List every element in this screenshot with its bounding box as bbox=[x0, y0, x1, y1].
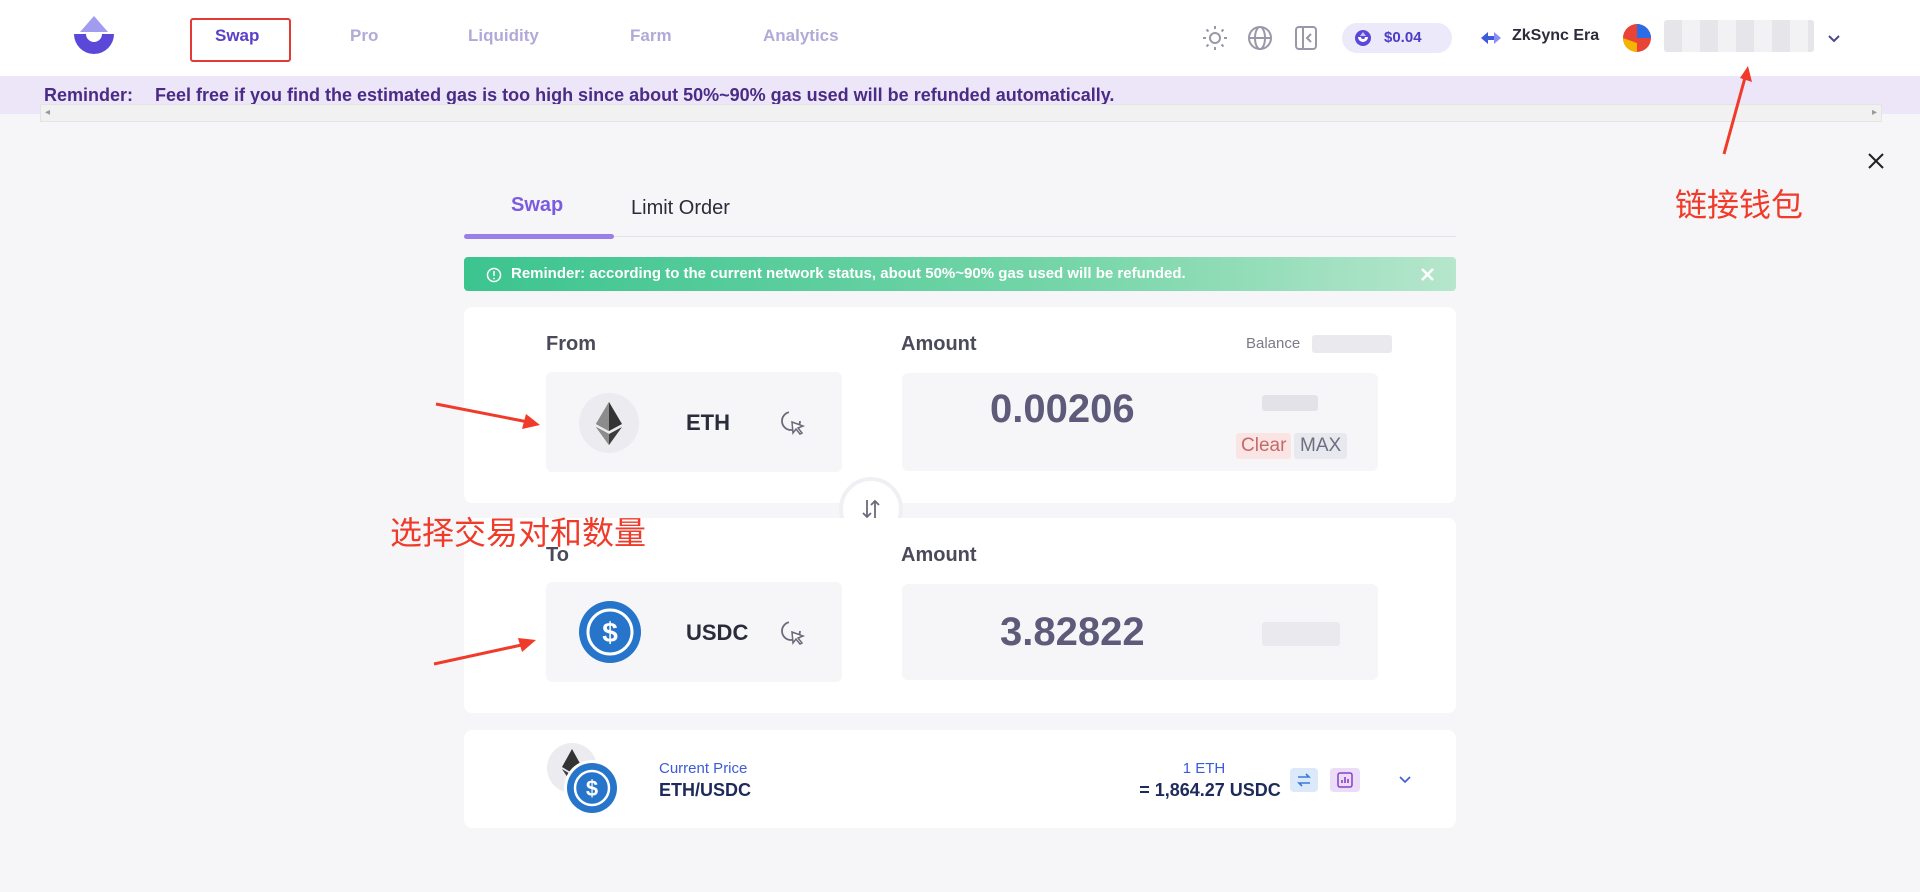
svg-text:$: $ bbox=[602, 617, 618, 648]
wallet-address-redacted[interactable] bbox=[1664, 20, 1814, 52]
invert-arrows-icon bbox=[1297, 773, 1311, 787]
top-nav: Swap Pro Liquidity Farm Analytics $0.04 bbox=[0, 0, 1920, 76]
token-price: $0.04 bbox=[1384, 29, 1422, 46]
svg-text:$: $ bbox=[586, 776, 598, 801]
balance-label: Balance bbox=[1246, 335, 1301, 352]
from-label: From bbox=[546, 333, 596, 355]
logo-icon[interactable] bbox=[70, 14, 118, 62]
tab-active-indicator bbox=[464, 234, 614, 239]
price-card: $ Current Price ETH/USDC 1 ETH = 1,864.2… bbox=[464, 730, 1456, 828]
usdc-token-icon: $ bbox=[579, 601, 641, 663]
cursor-select-icon bbox=[781, 411, 806, 436]
nav-swap[interactable]: Swap bbox=[215, 26, 259, 46]
from-amount-field[interactable]: 0.00206 Clear MAX bbox=[902, 373, 1378, 471]
to-usd-value-redacted bbox=[1262, 622, 1340, 646]
to-token-symbol: USDC bbox=[686, 620, 749, 645]
info-icon bbox=[486, 267, 502, 283]
from-card: From Amount Balance ETH 0.00206 Clear MA… bbox=[464, 307, 1456, 503]
scroll-left-icon[interactable]: ◂ bbox=[45, 107, 50, 118]
syncswap-token-icon bbox=[1355, 30, 1371, 46]
tab-swap[interactable]: Swap bbox=[511, 194, 563, 217]
token-price-pill[interactable]: $0.04 bbox=[1342, 23, 1452, 53]
chart-icon bbox=[1337, 772, 1353, 788]
from-amount-label: Amount bbox=[901, 333, 977, 355]
to-amount-field: 3.82822 bbox=[902, 584, 1378, 680]
scroll-right-icon[interactable]: ▸ bbox=[1872, 107, 1877, 118]
expand-chevron-icon[interactable] bbox=[1398, 772, 1412, 786]
invert-price-button[interactable] bbox=[1290, 768, 1318, 792]
annotation-arrow-from bbox=[435, 402, 540, 429]
rate-base: 1 ETH bbox=[1182, 760, 1226, 777]
annotation-select-pair: 选择交易对和数量 bbox=[390, 515, 647, 551]
chart-button[interactable] bbox=[1330, 768, 1360, 792]
alert-text: Reminder: according to the current netwo… bbox=[511, 265, 1186, 282]
nav-pro[interactable]: Pro bbox=[350, 26, 378, 46]
current-price-label: Current Price bbox=[659, 760, 748, 777]
alert-close-icon[interactable] bbox=[1420, 267, 1435, 282]
from-amount-value[interactable]: 0.00206 bbox=[990, 387, 1135, 432]
close-icon[interactable] bbox=[1866, 151, 1886, 171]
to-token-selector[interactable]: $ USDC bbox=[546, 582, 842, 682]
to-amount-value: 3.82822 bbox=[1000, 610, 1145, 654]
cursor-select-icon bbox=[781, 621, 806, 646]
network-name[interactable]: ZkSync Era bbox=[1512, 27, 1599, 45]
panel-toggle-icon[interactable] bbox=[1292, 24, 1320, 52]
zksync-icon bbox=[1481, 32, 1501, 44]
sun-icon[interactable] bbox=[1201, 24, 1229, 52]
from-usd-value-redacted bbox=[1262, 395, 1318, 411]
horizontal-scrollbar[interactable]: ◂ ▸ bbox=[40, 104, 1882, 122]
nav-liquidity[interactable]: Liquidity bbox=[468, 26, 539, 46]
annotation-arrow-to bbox=[433, 638, 536, 666]
reminder-label: Reminder: bbox=[44, 85, 134, 105]
clear-button[interactable]: Clear bbox=[1236, 433, 1292, 459]
chevron-down-icon[interactable] bbox=[1826, 30, 1842, 46]
from-token-symbol: ETH bbox=[686, 410, 730, 435]
annotation-arrow-wallet bbox=[1722, 66, 1752, 155]
annotation-connect-wallet: 链接钱包 bbox=[1675, 187, 1804, 223]
nav-analytics[interactable]: Analytics bbox=[763, 26, 839, 46]
balance-value-redacted bbox=[1312, 335, 1392, 353]
eth-token-icon bbox=[579, 393, 639, 453]
tab-limit-order[interactable]: Limit Order bbox=[631, 197, 730, 220]
rate-quote[interactable]: = 1,864.27 USDC bbox=[1110, 780, 1310, 801]
reminder-text: Feel free if you find the estimated gas … bbox=[155, 85, 1115, 105]
from-token-selector[interactable]: ETH bbox=[546, 372, 842, 472]
pair-name: ETH/USDC bbox=[659, 780, 752, 800]
to-amount-label: Amount bbox=[901, 544, 977, 566]
max-button[interactable]: MAX bbox=[1294, 433, 1348, 459]
nav-farm[interactable]: Farm bbox=[630, 26, 672, 46]
pair-icons: $ bbox=[547, 743, 620, 816]
gas-refund-alert: Reminder: according to the current netwo… bbox=[464, 257, 1456, 291]
usdc-token-icon: $ bbox=[564, 760, 620, 816]
wallet-avatar[interactable] bbox=[1622, 23, 1652, 53]
globe-icon[interactable] bbox=[1246, 24, 1274, 52]
